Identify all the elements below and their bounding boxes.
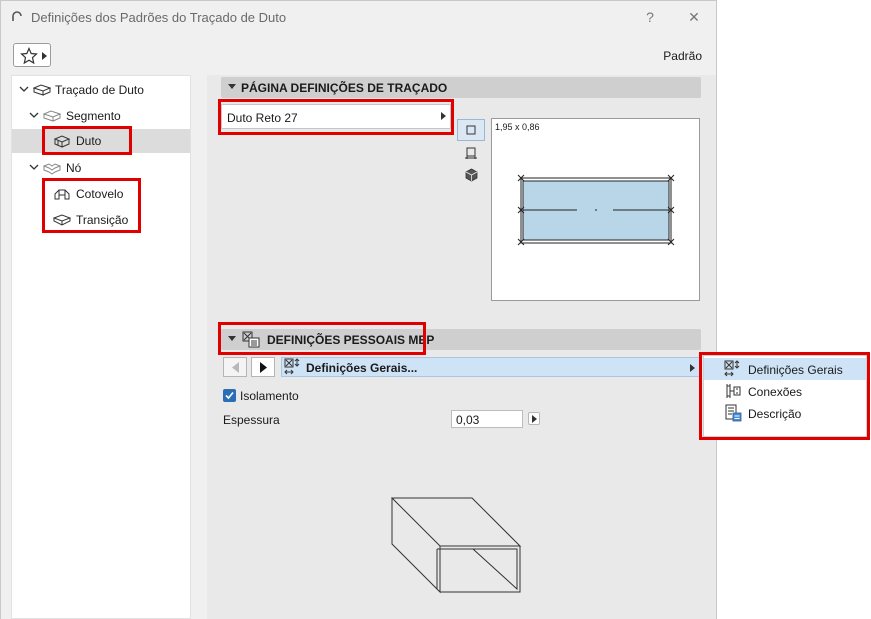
duct-cross-section-drawing [517, 174, 675, 246]
help-button[interactable]: ? [639, 7, 661, 27]
thickness-popup-button[interactable] [528, 412, 540, 425]
thickness-label: Espessura [223, 413, 280, 427]
plan-view-icon [466, 125, 476, 135]
close-button[interactable]: ✕ [683, 7, 705, 27]
arrow-left-icon [232, 362, 239, 373]
segment-icon [43, 110, 61, 122]
3d-view-button[interactable] [457, 165, 485, 187]
duct-section-preview: 1,95 x 0,86 [491, 118, 700, 301]
thickness-field[interactable]: 0,03 [451, 410, 523, 428]
chevron-down-icon[interactable] [19, 84, 29, 94]
chevron-down-icon[interactable] [29, 162, 39, 172]
app-icon [12, 11, 22, 21]
selector-label: Definições Gerais... [306, 361, 418, 375]
tree-item-node[interactable]: Nó [12, 156, 190, 180]
tree-item-label: Segmento [66, 109, 121, 123]
thickness-value: 0,03 [456, 413, 480, 427]
highlight-box-mep-header [218, 322, 426, 355]
highlight-box-dropdown [218, 99, 454, 135]
plan-view-button[interactable] [457, 119, 485, 141]
section-title: PÁGINA DEFINIÇÕES DE TRAÇADO [241, 81, 448, 95]
next-page-button[interactable] [251, 357, 275, 377]
highlight-box-menu [699, 352, 870, 440]
caret-right-icon [42, 52, 47, 60]
previous-page-button[interactable] [223, 357, 247, 377]
caret-right-icon [690, 364, 695, 372]
favorites-button[interactable] [13, 43, 51, 67]
route-settings-header[interactable]: PÁGINA DEFINIÇÕES DE TRAÇADO [221, 77, 701, 98]
star-icon [20, 47, 38, 65]
window-title: Definições dos Padrões do Traçado de Dut… [31, 10, 287, 25]
mep-page-selector[interactable]: Definições Gerais... [281, 357, 701, 377]
section-view-icon [465, 147, 477, 159]
duct-route-icon [33, 84, 51, 96]
check-icon [225, 391, 234, 400]
insulation-checkbox[interactable] [223, 389, 236, 402]
highlight-box-duct [42, 126, 132, 155]
tree-item-label: Nó [66, 161, 82, 175]
insulation-label: Isolamento [240, 389, 299, 403]
tree-item-duct-route[interactable]: Traçado de Duto [12, 78, 190, 102]
collapse-triangle-icon[interactable] [228, 84, 236, 89]
arrow-right-icon [260, 362, 267, 373]
caret-right-icon [532, 415, 537, 423]
3d-view-icon [465, 168, 478, 182]
chevron-down-icon[interactable] [29, 110, 39, 120]
tree-item-label: Traçado de Duto [55, 83, 144, 97]
tree-panel: Traçado de Duto Segmento Duto Nó Cotovel… [11, 75, 191, 619]
default-label: Padrão [663, 49, 702, 63]
section-view-button[interactable] [457, 143, 485, 165]
insulated-duct-preview [390, 497, 522, 594]
tree-item-segment[interactable]: Segmento [12, 104, 190, 128]
title-bar: Definições dos Padrões do Traçado de Dut… [1, 1, 716, 33]
general-settings-icon [284, 358, 300, 375]
highlight-box-node-items [42, 178, 141, 233]
node-icon [43, 163, 61, 175]
